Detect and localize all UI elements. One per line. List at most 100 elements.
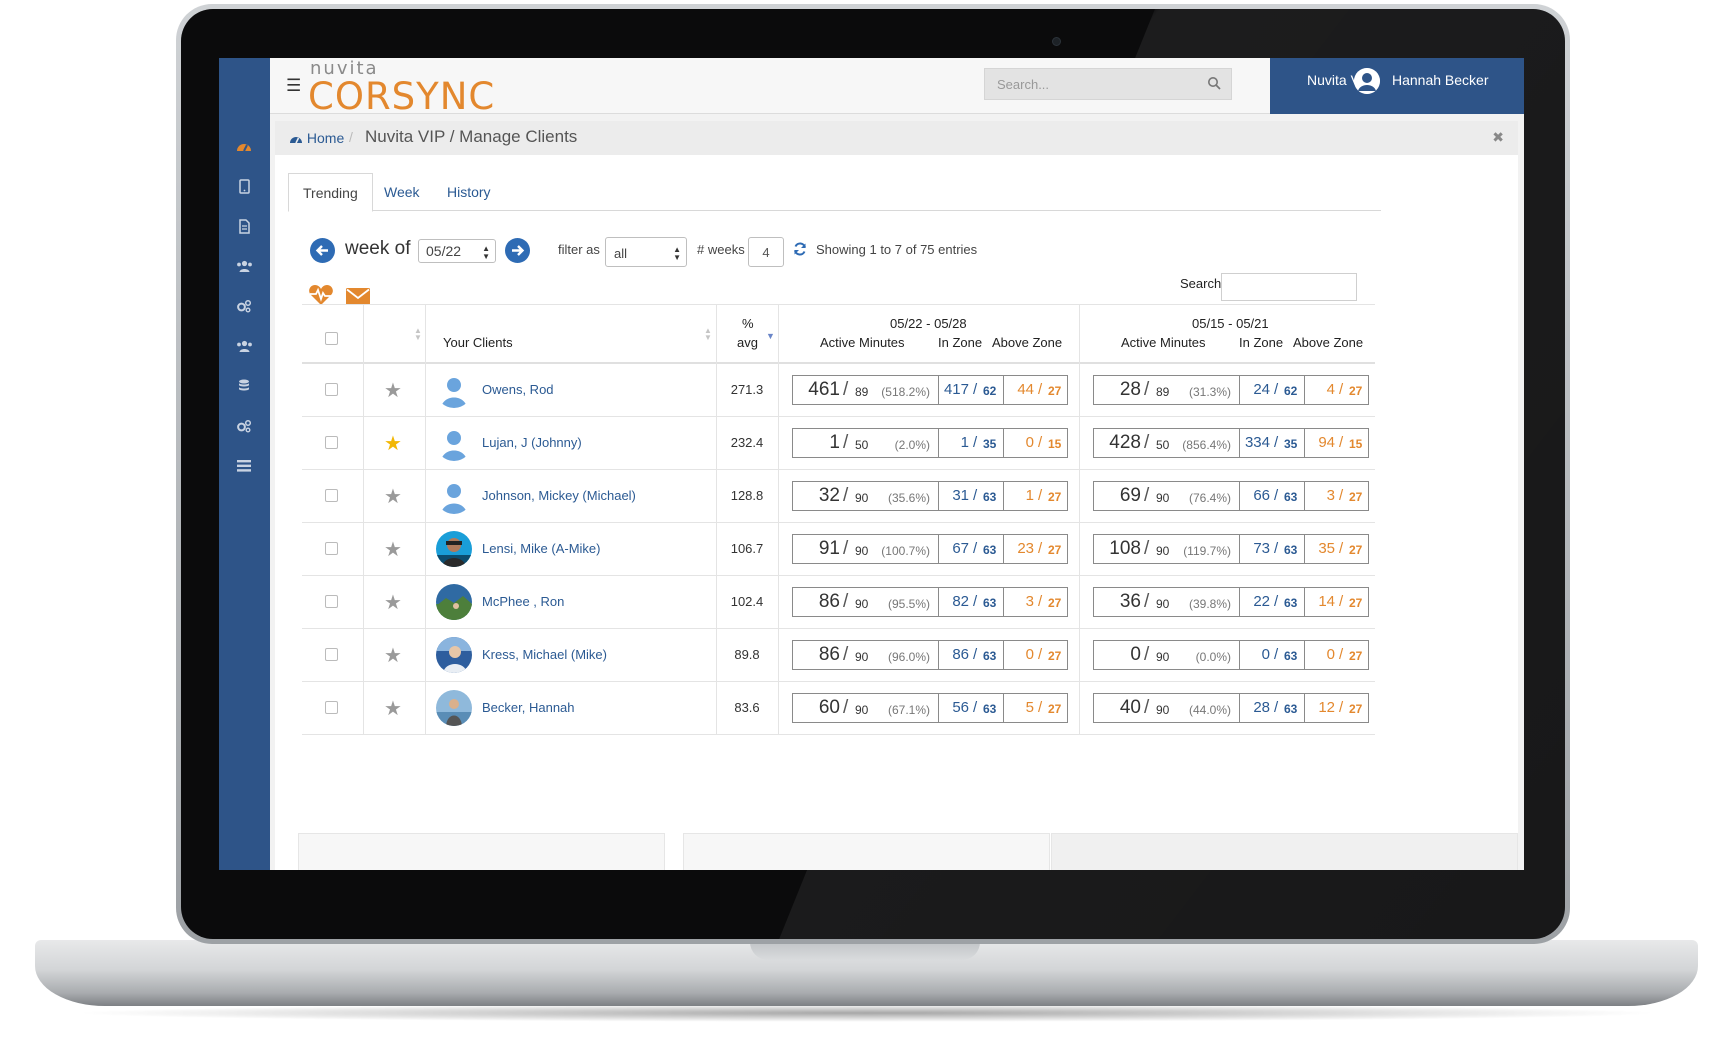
table-row: ★ Becker, Hannah 83.6 60/90 (67.1%) 56/63 5/27… xyxy=(302,682,1375,735)
avatar xyxy=(436,372,472,408)
search-placeholder: Search... xyxy=(997,77,1050,92)
next-week-button[interactable] xyxy=(505,238,530,263)
star-icon[interactable]: ★ xyxy=(384,434,402,454)
row-checkbox[interactable] xyxy=(325,595,338,608)
avatar xyxy=(436,690,472,726)
star-icon[interactable]: ★ xyxy=(384,646,402,666)
row-checkbox[interactable] xyxy=(325,542,338,555)
logo-corsync: CORSYNC xyxy=(308,75,496,118)
above-zone-cell: 3/ 27 xyxy=(1305,482,1369,510)
separator: / xyxy=(1274,540,1279,557)
client-name[interactable]: Lujan, J (Johnny) xyxy=(482,435,582,450)
header-your-clients[interactable]: Your Clients xyxy=(443,335,513,350)
weeks-label: # weeks xyxy=(697,242,745,257)
above-zone-target: 27 xyxy=(1349,596,1363,610)
active-minutes-value: 40 xyxy=(1119,697,1141,718)
star-icon[interactable]: ★ xyxy=(384,540,402,560)
document-icon[interactable] xyxy=(235,218,253,234)
active-minutes-value: 60 xyxy=(818,697,840,718)
users-icon[interactable] xyxy=(235,258,253,274)
above-zone-cell: 94/ 15 xyxy=(1305,429,1369,457)
dashboard-icon[interactable] xyxy=(235,138,253,154)
week-metrics-group: 1/50 (2.0%) 1/35 0/15 xyxy=(792,428,1068,458)
cogs-icon[interactable] xyxy=(235,418,253,434)
footer-panel-right xyxy=(1051,833,1518,870)
star-icon[interactable]: ★ xyxy=(384,593,402,613)
separator: / xyxy=(843,697,849,718)
active-minutes-target: 90 xyxy=(855,544,869,558)
above-zone-target: 27 xyxy=(1349,649,1363,663)
filter-select[interactable]: all ▲ ▼ xyxy=(605,237,687,267)
refresh-icon[interactable] xyxy=(793,242,807,261)
in-zone-value: 334 xyxy=(1244,434,1270,451)
in-zone-cell: 334/ 35 xyxy=(1240,429,1305,457)
week-metrics-group: 86/90 (95.5%) 82/63 3/27 xyxy=(792,587,1068,617)
above-zone-value: 3 xyxy=(1025,593,1034,610)
client-name[interactable]: Johnson, Mickey (Michael) xyxy=(482,488,636,503)
above-zone-value: 14 xyxy=(1318,593,1335,610)
user-icon[interactable] xyxy=(1354,68,1380,94)
above-zone-value: 4 xyxy=(1326,381,1335,398)
tab-history[interactable]: History xyxy=(447,173,491,211)
above-zone-target: 15 xyxy=(1048,437,1062,451)
client-name[interactable]: Becker, Hannah xyxy=(482,700,575,715)
in-zone-target: 35 xyxy=(983,437,997,451)
active-minutes-target: 89 xyxy=(1156,385,1170,399)
separator: / xyxy=(1339,540,1344,557)
active-minutes-target: 90 xyxy=(1156,491,1170,505)
star-icon[interactable]: ★ xyxy=(384,699,402,719)
row-checkbox[interactable] xyxy=(325,436,338,449)
row-checkbox[interactable] xyxy=(325,648,338,661)
row-checkbox[interactable] xyxy=(325,383,338,396)
tablet-icon[interactable] xyxy=(235,178,253,194)
prev-week-button[interactable] xyxy=(310,238,335,263)
user-name[interactable]: Hannah Becker xyxy=(1392,72,1489,88)
client-name[interactable]: Owens, Rod xyxy=(482,382,554,397)
week-metrics-group: 60/90 (67.1%) 56/63 5/27 xyxy=(792,693,1068,723)
header-avg[interactable]: avg xyxy=(737,335,758,350)
client-name[interactable]: Kress, Michael (Mike) xyxy=(482,647,607,662)
separator: / xyxy=(1038,540,1043,557)
above-zone-cell: 0/ 27 xyxy=(1004,641,1068,669)
week-select[interactable]: 05/22 ▲ ▼ xyxy=(418,239,496,263)
separator: / xyxy=(1144,644,1150,665)
sort-icon[interactable]: ▲ ▼ xyxy=(704,327,712,342)
tab-week[interactable]: Week xyxy=(384,173,420,211)
row-checkbox[interactable] xyxy=(325,489,338,502)
in-zone-target: 63 xyxy=(1284,490,1298,504)
above-zone-cell: 5/ 27 xyxy=(1004,694,1068,722)
active-minutes-pct: (96.0%) xyxy=(887,650,930,664)
settings-icon[interactable] xyxy=(235,298,253,314)
above-zone-cell: 1/ 27 xyxy=(1004,482,1068,510)
weeks-input[interactable]: 4 xyxy=(748,237,784,267)
week-metrics-group: 36/90 (39.8%) 22/63 14/27 xyxy=(1093,587,1369,617)
menu-icon[interactable]: ☰ xyxy=(286,76,301,96)
global-search-input[interactable]: Search... xyxy=(984,68,1232,100)
in-zone-cell: 417/ 62 xyxy=(939,376,1004,404)
select-all-checkbox[interactable] xyxy=(325,332,338,345)
separator: / xyxy=(973,593,978,610)
in-zone-cell: 82/ 63 xyxy=(939,588,1004,616)
in-zone-value: 22 xyxy=(1253,593,1270,610)
breadcrumb-home[interactable]: Home xyxy=(289,130,344,146)
client-name[interactable]: Lensi, Mike (A-Mike) xyxy=(482,541,600,556)
list-icon[interactable] xyxy=(235,458,253,474)
active-minutes-target: 90 xyxy=(1156,544,1170,558)
client-name[interactable]: McPhee , Ron xyxy=(482,594,564,609)
active-minutes-pct: (67.1%) xyxy=(887,703,930,717)
home-icon xyxy=(290,137,302,144)
top-bar: ☰ nuvita CORSYNC Search... Nuvita VIP Ha… xyxy=(270,58,1524,118)
sort-icon[interactable]: ▲ ▼ xyxy=(414,327,422,342)
table-search-input[interactable] xyxy=(1221,273,1357,301)
header-pct[interactable]: % xyxy=(742,316,754,331)
row-checkbox[interactable] xyxy=(325,701,338,714)
close-icon[interactable]: ✖ xyxy=(1492,129,1504,146)
star-icon[interactable]: ★ xyxy=(384,487,402,507)
above-zone-target: 27 xyxy=(1048,543,1062,557)
tab-trending[interactable]: Trending xyxy=(288,173,373,212)
group-icon[interactable] xyxy=(235,338,253,354)
above-zone-target: 27 xyxy=(1349,490,1363,504)
star-icon[interactable]: ★ xyxy=(384,381,402,401)
database-icon[interactable] xyxy=(235,378,253,394)
arrow-right-icon xyxy=(512,245,525,256)
